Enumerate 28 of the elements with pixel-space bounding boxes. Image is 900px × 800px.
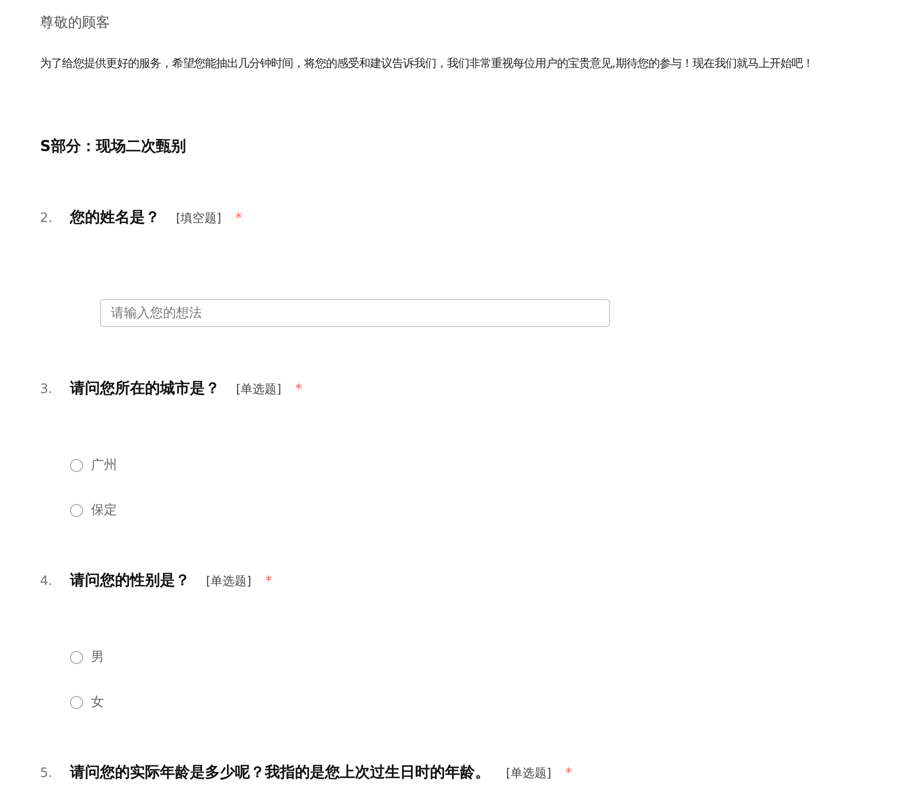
question-number: 5.	[40, 766, 54, 781]
question-type: [单选题]	[506, 765, 552, 782]
question-title: 请问您的实际年龄是多少呢？我指的是您上次过生日时的年龄。	[70, 763, 490, 782]
question-type: [单选题]	[206, 573, 252, 590]
question-type: [单选题]	[236, 381, 282, 398]
question-title: 请问您的性别是？	[70, 571, 190, 590]
radio-button[interactable]	[70, 504, 83, 516]
option-label[interactable]: 广州	[91, 456, 117, 474]
option-label[interactable]: 女	[91, 693, 104, 711]
intro-paragraph: 为了给您提供更好的服务，希望您能抽出几分钟时间，将您的感受和建议告诉我们，我们非常重视每位用户的宝贵意见,期待您的参与！现在我们就马上开始吧！	[40, 56, 815, 71]
radio-button[interactable]	[70, 650, 83, 664]
section-title: S部分：现场二次甄别	[40, 137, 187, 156]
required-mark: *	[295, 382, 302, 397]
required-mark: *	[565, 766, 572, 781]
input-field[interactable]: 请输入您的想法	[100, 299, 610, 327]
greeting-text: 尊敬的顾客	[40, 14, 111, 33]
required-mark: *	[265, 574, 272, 589]
question-type: [填空题]	[176, 210, 222, 227]
question-number: 4.	[40, 574, 54, 589]
question-title: 请问您所在的城市是？	[70, 379, 220, 398]
question-number: 2.	[40, 211, 54, 226]
option-label[interactable]: 保定	[91, 501, 117, 519]
required-mark: *	[235, 211, 242, 226]
radio-button[interactable]	[70, 458, 83, 472]
radio-button[interactable]	[70, 696, 83, 708]
question-title: 您的姓名是？	[70, 208, 160, 227]
option-label[interactable]: 男	[91, 648, 104, 666]
question-number: 3.	[40, 382, 54, 397]
